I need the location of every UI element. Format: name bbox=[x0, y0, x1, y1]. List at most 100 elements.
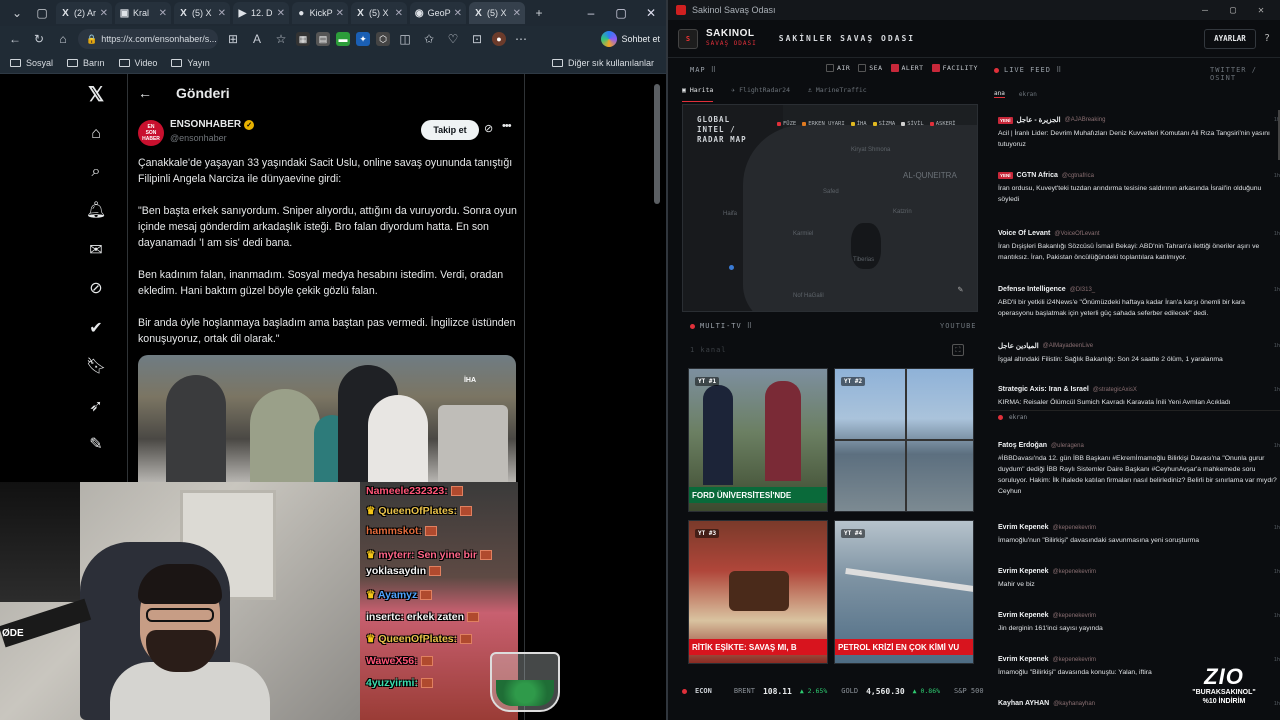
browser-tab[interactable]: X (5) X ✕ bbox=[351, 2, 407, 24]
author-avatar[interactable]: EN SON HABER bbox=[138, 120, 164, 146]
filter-checkbox[interactable]: SEA bbox=[858, 64, 882, 72]
more-options-icon[interactable]: ••• bbox=[502, 120, 512, 132]
feed-item[interactable]: YENİ الجزيرة - عاجل @AJABreaking 1h Acil | İ… bbox=[998, 116, 1280, 150]
tab-marinetraffic[interactable]: ⚓ MarineTraffic bbox=[808, 86, 867, 102]
extension-icon-1[interactable]: ▦ bbox=[296, 32, 310, 46]
feed-source: Evrim Kepenek bbox=[998, 524, 1049, 531]
feed-item[interactable]: Evrim Kepenek @kepenekevrim 1h İmamoğlu'nun… bbox=[998, 524, 1280, 546]
browser-tab[interactable]: X (5) X ✕ bbox=[469, 2, 525, 24]
back-arrow-icon[interactable]: ← bbox=[138, 85, 158, 101]
tab-close-icon[interactable]: ✕ bbox=[513, 8, 521, 19]
app-maximize-button[interactable]: ▢ bbox=[1220, 0, 1246, 20]
favorite-star-icon[interactable]: ☆ bbox=[272, 30, 290, 48]
feed-item[interactable]: Voice Of Levant @VoiceOfLevant 1h İran Dışi… bbox=[998, 230, 1280, 263]
radar-map[interactable]: AL-QUNEITRA Kiryat Shmona Safed Katzrin Karm… bbox=[682, 104, 978, 312]
home-icon[interactable]: ⌂ bbox=[54, 30, 72, 48]
filter-checkbox[interactable]: FACILITY bbox=[931, 64, 978, 72]
reload-icon[interactable]: ↻ bbox=[30, 30, 48, 48]
page-scrollbar[interactable] bbox=[654, 84, 660, 204]
tv-panel-4[interactable]: YT #4 PETROL KRİZİ EN ÇOK KİMİ VU bbox=[834, 520, 974, 664]
tv-panel-3[interactable]: YT #3 RİTİK EŞİKTE: SAVAŞ MI, B bbox=[688, 520, 828, 664]
new-tab-button[interactable]: + bbox=[528, 3, 550, 23]
tab-close-icon[interactable]: ✕ bbox=[395, 8, 403, 19]
pencil-edit-icon[interactable]: ✎ bbox=[958, 285, 963, 295]
notifications-bell-icon[interactable]: 🔔︎ bbox=[84, 198, 108, 222]
grok-explain-icon[interactable]: ⊘ bbox=[484, 122, 493, 135]
back-icon[interactable]: ← bbox=[6, 30, 24, 48]
maximize-button[interactable]: ▢ bbox=[606, 0, 636, 26]
browser-essentials-icon[interactable]: ♡ bbox=[444, 30, 462, 48]
settings-button[interactable]: AYARLAR bbox=[1203, 28, 1256, 49]
feed-item[interactable]: Strategic Axis: Iran & Israel @strategicA… bbox=[998, 386, 1280, 408]
app-minimize-button[interactable]: – bbox=[1192, 0, 1218, 20]
browser-tab[interactable]: ▣ Kral ✕ bbox=[115, 2, 171, 24]
menu-icon[interactable]: ⋯ bbox=[512, 30, 530, 48]
follow-button[interactable]: Takip et bbox=[421, 120, 479, 140]
close-window-button[interactable]: ✕ bbox=[636, 0, 666, 26]
feed-item[interactable]: Fatoş Erdoğan @uleragena 1h #İBBDavası'nda … bbox=[998, 442, 1280, 497]
extension-icon-4[interactable]: ✦ bbox=[356, 32, 370, 46]
browser-tab[interactable]: X (5) X ✕ bbox=[174, 2, 230, 24]
verified-orgs-icon[interactable]: ✔ bbox=[84, 316, 108, 340]
map-marker[interactable] bbox=[729, 265, 734, 270]
extension-icon-5[interactable]: ⬡ bbox=[376, 32, 390, 46]
bookmark-folder-sosyal[interactable]: Sosyal bbox=[10, 58, 53, 68]
read-aloud-icon[interactable]: A bbox=[248, 30, 266, 48]
tweet-media-image[interactable]: İHA bbox=[138, 355, 516, 495]
messages-mail-icon[interactable]: ✉ bbox=[84, 238, 108, 262]
tv-channel-select[interactable]: 1 kanal bbox=[690, 346, 727, 354]
bookmarks-icon[interactable]: 🔖︎ bbox=[84, 354, 108, 378]
compose-icon[interactable]: ✎ bbox=[84, 432, 108, 456]
spaces-rocket-icon[interactable]: ➶ bbox=[84, 394, 108, 418]
x-logo-icon[interactable]: 𝕏 bbox=[84, 82, 108, 106]
tab-harita[interactable]: ▣ Harita bbox=[682, 86, 714, 102]
tab-close-icon[interactable]: ✕ bbox=[218, 8, 226, 19]
browser-tab[interactable]: ● KickP ✕ bbox=[292, 2, 348, 24]
extension-icon-2[interactable]: ▤ bbox=[316, 32, 330, 46]
minimize-button[interactable]: – bbox=[576, 0, 606, 26]
tab-ana[interactable]: ana bbox=[994, 90, 1005, 98]
tab-ekran[interactable]: ekran bbox=[1019, 91, 1037, 98]
app-available-icon[interactable]: ⊞ bbox=[224, 30, 242, 48]
tab-flightradar[interactable]: ✈ FlightRadar24 bbox=[731, 86, 790, 102]
profile-avatar[interactable]: ● bbox=[492, 32, 506, 46]
other-favorites[interactable]: Diğer sık kullanılanlar bbox=[551, 58, 654, 68]
feed-item[interactable]: Defense Intelligence @DI313_ 1h ABD'li bir … bbox=[998, 286, 1280, 319]
browser-tab[interactable]: ◉ GeoP ✕ bbox=[410, 2, 466, 24]
author-name[interactable]: ENSONHABER ✓ bbox=[170, 119, 255, 130]
bookmark-folder-barin[interactable]: Barın bbox=[67, 58, 105, 68]
tab-close-icon[interactable]: ✕ bbox=[454, 8, 462, 19]
browser-tab[interactable]: ▶ 12. D ✕ bbox=[233, 2, 289, 24]
explore-search-icon[interactable]: ⌕ bbox=[84, 160, 108, 184]
home-icon[interactable]: ⌂ bbox=[84, 122, 108, 146]
feed-item[interactable]: Evrim Kepenek @kepenekevrim 1h Jin derginin… bbox=[998, 612, 1280, 634]
filter-checkbox[interactable]: ALERT bbox=[890, 64, 924, 72]
filter-checkbox[interactable]: AIR bbox=[826, 64, 850, 72]
bookmark-folder-video[interactable]: Video bbox=[118, 58, 157, 68]
bookmark-folder-yayin[interactable]: Yayın bbox=[171, 58, 210, 68]
author-handle[interactable]: @ensonhaber bbox=[170, 133, 227, 143]
tab-close-icon[interactable]: ✕ bbox=[277, 8, 285, 19]
feed-item[interactable]: الميادين عاجل @AlMayadeenLive 1h İşgal altı… bbox=[998, 342, 1280, 365]
grok-icon[interactable]: ⊘ bbox=[84, 276, 108, 300]
address-bar[interactable]: 🔒 https://x.com/ensonhaber/s... bbox=[78, 29, 218, 49]
extension-icon-3[interactable]: ▬ bbox=[336, 32, 350, 46]
feed-item[interactable]: Evrim Kepenek @kepenekevrim 1h Mahir ve biz bbox=[998, 568, 1280, 590]
split-screen-icon[interactable]: ◫ bbox=[396, 30, 414, 48]
tv-panel-2[interactable]: YT #2 bbox=[834, 368, 974, 512]
tab-close-icon[interactable]: ✕ bbox=[100, 8, 108, 19]
tab-favicon-icon: X bbox=[475, 7, 482, 19]
copilot-button[interactable]: Sohbet et bbox=[601, 29, 660, 49]
collections-icon[interactable]: ▢ bbox=[31, 3, 53, 23]
browser-tab[interactable]: X (2) Ar ✕ bbox=[56, 2, 112, 24]
feed-item[interactable]: YENİ CGTN Africa @cgtnafrica 1h İran ordusu,… bbox=[998, 172, 1280, 205]
help-button[interactable]: ? bbox=[1264, 33, 1270, 44]
app-close-button[interactable]: ✕ bbox=[1248, 0, 1274, 20]
tv-panel-1[interactable]: YT #1 FORD ÜNİVERSİTESİ'NDE bbox=[688, 368, 828, 512]
screenshot-icon[interactable]: ⊡ bbox=[468, 30, 486, 48]
fullscreen-icon[interactable]: ⛶ bbox=[952, 344, 964, 356]
workspaces-icon[interactable]: ⌄ bbox=[6, 3, 28, 23]
favorites-icon[interactable]: ✩ bbox=[420, 30, 438, 48]
tab-close-icon[interactable]: ✕ bbox=[336, 8, 344, 19]
tab-close-icon[interactable]: ✕ bbox=[159, 8, 167, 19]
